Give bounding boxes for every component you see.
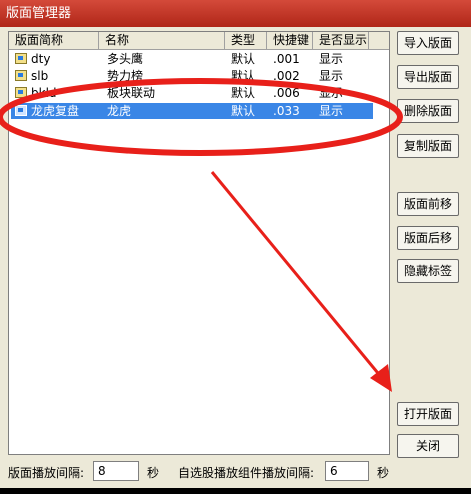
layout-icon (15, 87, 27, 98)
column-header-name[interactable]: 名称 (99, 32, 225, 49)
row-hotkey: .006 (273, 86, 300, 100)
column-header-type[interactable]: 类型 (225, 32, 267, 49)
import-layout-button[interactable]: 导入版面 (397, 31, 459, 55)
copy-layout-button[interactable]: 复制版面 (397, 134, 459, 158)
move-layout-up-button[interactable]: 版面前移 (397, 192, 459, 216)
row-name: 势力榜 (107, 69, 144, 83)
row-visible: 显示 (319, 104, 344, 118)
row-short-name: slb (31, 69, 49, 83)
status-strip (0, 488, 471, 494)
layout-icon (15, 105, 27, 116)
delete-layout-button[interactable]: 删除版面 (397, 99, 459, 123)
layout-icon (15, 70, 27, 81)
row-hotkey: .002 (273, 69, 300, 83)
stock-interval-input[interactable]: 6 (325, 461, 369, 481)
layout-manager-dialog: 版面管理器 版面简称 名称 类型 快捷键 是否显示 dty 多头鹰 默认 .00… (0, 0, 471, 494)
row-short-name: bkld (31, 86, 57, 100)
row-type: 默认 (231, 69, 256, 83)
playback-settings: 版面播放间隔: 8 秒 自选股播放组件播放间隔: 6 秒 (0, 458, 471, 488)
dialog-title: 版面管理器 (0, 0, 471, 27)
stock-interval-unit: 秒 (377, 466, 390, 480)
row-name: 多头鹰 (107, 52, 144, 66)
move-layout-down-button[interactable]: 版面后移 (397, 226, 459, 250)
row-visible: 显示 (319, 52, 344, 66)
close-button[interactable]: 关闭 (397, 434, 459, 458)
row-type: 默认 (231, 86, 256, 100)
row-visible: 显示 (319, 69, 344, 83)
layout-interval-unit: 秒 (147, 466, 160, 480)
list-row[interactable]: slb 势力榜 默认 .002 显示 (11, 68, 373, 84)
column-header-hotkey[interactable]: 快捷键 (267, 32, 313, 49)
list-row[interactable]: bkld 板块联动 默认 .006 显示 (11, 85, 373, 101)
hide-tab-button[interactable]: 隐藏标签 (397, 259, 459, 283)
column-header-visible[interactable]: 是否显示 (313, 32, 369, 49)
list-header: 版面简称 名称 类型 快捷键 是否显示 (9, 32, 389, 50)
open-layout-button[interactable]: 打开版面 (397, 402, 459, 426)
row-hotkey: .033 (273, 104, 300, 118)
export-layout-button[interactable]: 导出版面 (397, 65, 459, 89)
row-name: 龙虎 (107, 104, 132, 118)
row-name: 板块联动 (107, 86, 156, 100)
row-short-name: dty (31, 52, 51, 66)
column-header-short-name[interactable]: 版面简称 (9, 32, 99, 49)
stock-interval-label: 自选股播放组件播放间隔: (178, 466, 315, 480)
row-visible: 显示 (319, 86, 344, 100)
layout-list[interactable]: 版面简称 名称 类型 快捷键 是否显示 dty 多头鹰 默认 .001 显示 s… (8, 31, 390, 455)
list-row-selected[interactable]: 龙虎复盘 龙虎 默认 .033 显示 (11, 103, 373, 119)
layout-icon (15, 53, 27, 64)
list-row[interactable]: dty 多头鹰 默认 .001 显示 (11, 51, 373, 67)
row-type: 默认 (231, 104, 256, 118)
layout-interval-label: 版面播放间隔: (8, 466, 85, 480)
row-short-name: 龙虎复盘 (31, 104, 80, 118)
row-hotkey: .001 (273, 52, 300, 66)
dialog-body: 版面简称 名称 类型 快捷键 是否显示 dty 多头鹰 默认 .001 显示 s… (0, 27, 471, 494)
layout-interval-input[interactable]: 8 (93, 461, 139, 481)
row-type: 默认 (231, 52, 256, 66)
